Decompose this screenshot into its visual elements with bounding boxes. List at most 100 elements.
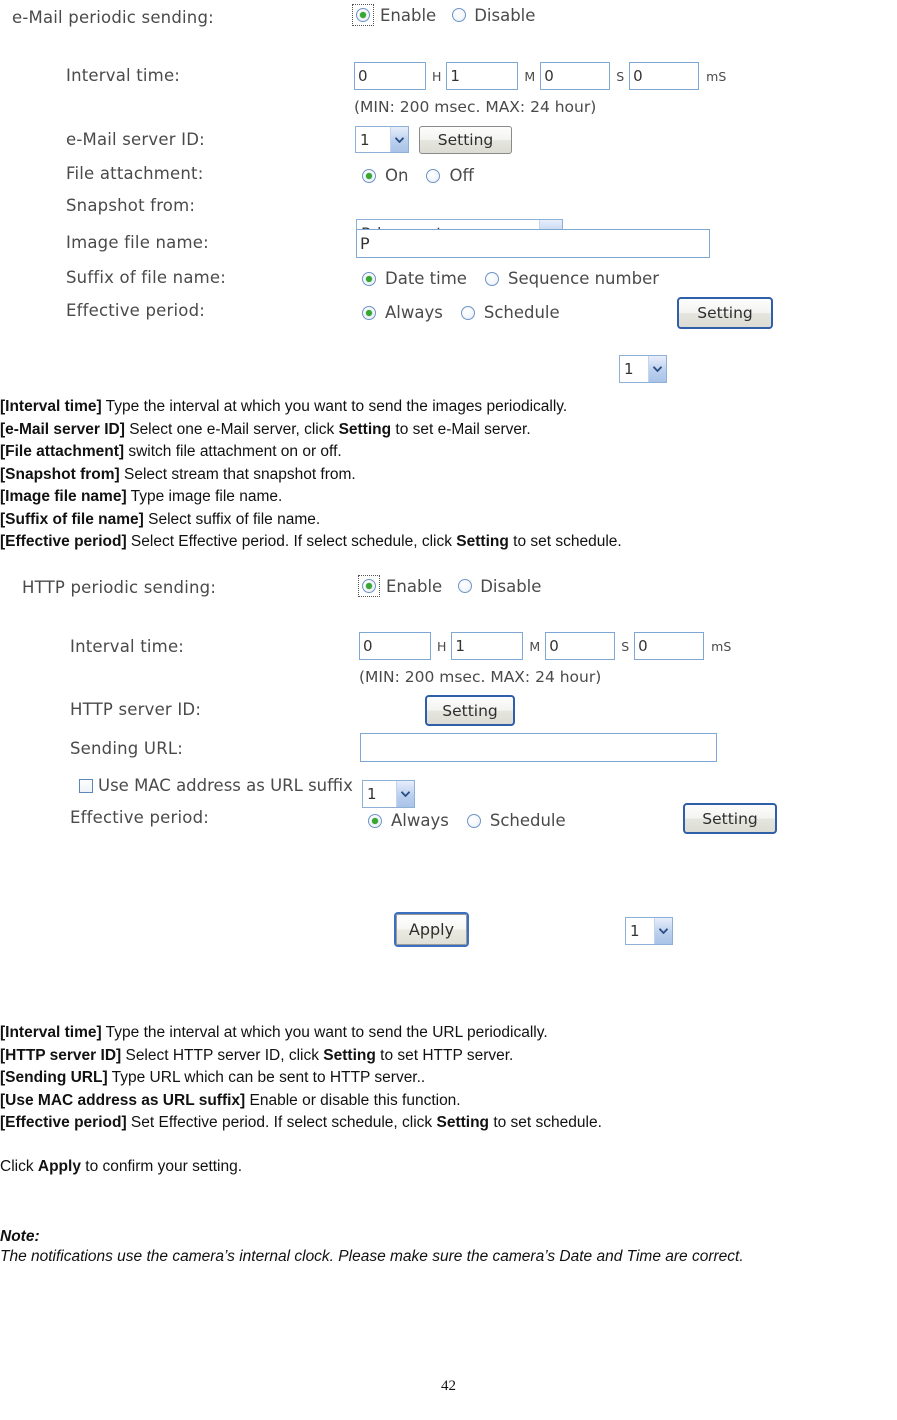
suffix-of-file-name-label: Suffix of file name: [66,268,227,287]
suffix-sequence-number-radio[interactable] [484,271,499,286]
http-server-id-setting-button[interactable]: Setting [425,695,515,726]
help-rest: Select Effective period. If select sched… [126,533,457,550]
email-effective-schedule-value: 1 [624,360,634,378]
email-effective-period-group: Always Schedule [362,303,560,322]
email-interval-minutes-input[interactable] [446,62,519,90]
email-server-id-setting-button[interactable]: Setting [419,126,512,154]
help-rest: Enable or disable this function. [245,1091,461,1109]
email-effective-always-label: Always [385,303,443,322]
help-rest: Set Effective period. If select schedule… [126,1114,437,1131]
email-interval-millis-input[interactable] [629,62,700,90]
help-rest: Select HTTP server ID, click [121,1046,324,1064]
http-server-id-label: HTTP server ID: [70,700,202,719]
email-effective-always-radio[interactable] [362,305,376,320]
http-interval-time-group: H M S mS [359,632,731,660]
suffix-radio-group: Date time Sequence number [362,269,659,288]
http-interval-hours-unit: H [437,638,447,654]
http-server-id-select[interactable]: 1 [362,780,415,808]
http-periodic-sending-label: HTTP periodic sending: [22,578,217,597]
file-attachment-off-label: Off [449,166,474,185]
help-line: [Image file name] Type image file name. [0,486,897,509]
suffix-date-time-radio[interactable] [362,271,376,286]
help-tail: to set e-Mail server. [391,420,531,438]
file-attachment-on-radio[interactable] [362,168,376,183]
apply-button[interactable]: Apply [396,914,467,945]
help-term: [Interval time] [0,1024,102,1041]
help-line: [Sending URL] Type URL which can be sent… [0,1067,897,1090]
help-rest: Type the interval at which you want to s… [101,1024,548,1041]
help-term: [HTTP server ID] [0,1046,122,1064]
help-line: [Interval time] Type the interval at whi… [0,396,897,419]
help-term: [Snapshot from] [0,465,120,483]
help-rest: Type the interval at which you want to s… [101,398,568,415]
http-disable-radio[interactable] [458,579,473,593]
use-mac-address-checkbox[interactable] [79,778,93,793]
email-interval-millis-unit: mS [706,68,727,84]
email-disable-label: Disable [474,5,536,25]
http-interval-hours-input[interactable] [359,632,431,660]
http-interval-millis-input[interactable] [634,632,705,660]
image-file-name-input[interactable] [356,229,710,258]
image-file-name-label: Image file name: [66,233,209,252]
http-interval-hint: (MIN: 200 msec. MAX: 24 hour) [359,668,602,686]
http-interval-minutes-input[interactable] [451,632,524,660]
help-tail: to set schedule. [508,533,622,550]
http-effective-always-radio[interactable] [368,813,382,828]
http-enable-radio[interactable] [362,579,376,593]
email-interval-minutes-unit: M [524,68,536,84]
apply-hint-pre: Click [0,1158,38,1175]
email-effective-schedule-select[interactable]: 1 [619,355,667,383]
file-attachment-on-label: On [385,166,409,185]
email-interval-hours-input[interactable] [354,62,426,90]
http-effective-schedule-select[interactable]: 1 [625,917,673,945]
suffix-sequence-number-label: Sequence number [507,269,659,288]
chevron-down-icon [396,781,414,807]
sending-url-label: Sending URL: [70,739,184,758]
http-enable-radio-focus-ring [358,575,380,597]
help-rest: Type image file name. [126,488,283,505]
sending-url-input[interactable] [360,733,717,762]
http-interval-seconds-input[interactable] [545,632,616,660]
help-tail: to set HTTP server. [375,1046,514,1064]
help-line: [Interval time] Type the interval at whi… [0,1022,897,1045]
help-term: [Image file name] [0,488,127,505]
help-term: [Use MAC address as URL suffix] [0,1091,246,1109]
http-effective-schedule-radio[interactable] [466,813,481,828]
email-disable-radio[interactable] [452,8,467,22]
http-enable-radio-group: Enable Disable [358,575,541,597]
email-interval-seconds-unit: S [616,68,625,84]
email-interval-hint: (MIN: 200 msec. MAX: 24 hour) [354,98,597,116]
help-line: [HTTP server ID] Select HTTP server ID, … [0,1045,897,1068]
help-line: [File attachment] switch file attachment… [0,441,897,464]
help-rest: Select suffix of file name. [143,510,321,528]
help-term: [Suffix of file name] [0,510,144,528]
email-enable-radio[interactable] [356,8,370,22]
help-rest: switch file attachment on or off. [124,443,342,460]
chevron-down-icon [390,127,408,152]
http-server-id-value: 1 [367,785,377,803]
help-bold: Setting [338,420,392,438]
http-effective-period-group: Always Schedule [368,811,566,830]
help-term: [Effective period] [0,533,127,550]
http-effective-setting-button[interactable]: Setting [683,803,777,834]
help-line: [Effective period] Set Effective period.… [0,1112,897,1135]
help-term: [Sending URL] [0,1069,108,1086]
email-interval-time-group: H M S mS [354,62,726,90]
http-interval-minutes-unit: M [529,638,541,654]
help-bold: Setting [436,1114,490,1131]
email-effective-setting-button[interactable]: Setting [677,297,773,329]
help-rest: Select stream that snapshot from. [119,465,356,483]
email-interval-seconds-input[interactable] [540,62,611,90]
email-help-block: [Interval time] Type the interval at whi… [0,396,897,554]
email-server-id-value: 1 [360,130,370,149]
note-title: Note: [0,1228,40,1245]
email-effective-schedule-radio[interactable] [460,305,475,320]
http-disable-label: Disable [480,576,542,596]
use-mac-address-checkbox-row[interactable]: Use MAC address as URL suffix [79,776,353,795]
email-enable-label: Enable [380,5,437,25]
email-server-id-select[interactable]: 1 [355,126,409,153]
email-effective-schedule-label: Schedule [483,303,560,322]
email-enable-radio-group: Enable Disable [352,4,535,26]
file-attachment-off-radio[interactable] [426,168,441,183]
email-periodic-sending-label: e-Mail periodic sending: [12,8,214,27]
